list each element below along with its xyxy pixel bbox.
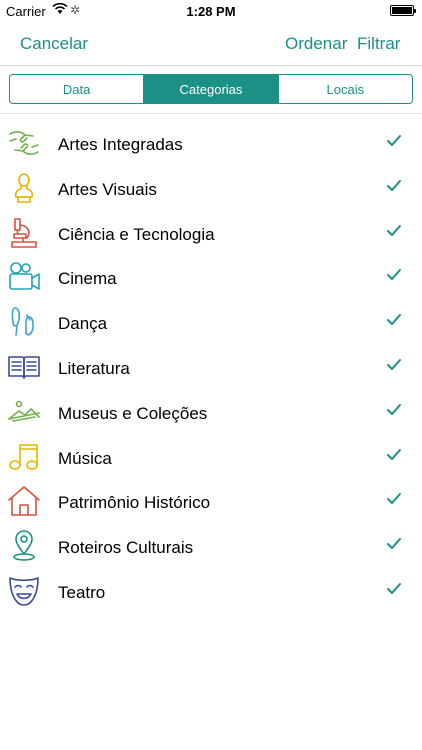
category-label: Música [58,448,112,468]
checkmark-icon [387,403,401,415]
category-label: Dança [58,314,108,334]
checkmark-icon [387,269,401,281]
camera-icon [9,262,40,291]
status-bar: Carrier ✲ 1:28 PM [0,0,422,22]
category-row-danca[interactable]: Dança [0,300,422,345]
category-row-roteiros-culturais[interactable]: Roteiros Culturais [0,524,422,569]
category-row-artes-integradas[interactable]: Artes Integradas [0,121,422,166]
category-row-museus-e-colecoes[interactable]: Museus e Coleções [0,390,422,435]
checkmark-icon [387,358,401,370]
ballet-shoes-icon [11,307,34,336]
category-label: Ciência e Tecnologia [58,224,215,244]
landscape-icon [8,400,40,422]
house-icon [8,486,40,517]
category-list: Artes Integradas Artes Visuais Ciência e… [0,121,422,614]
checkmark-icon [387,538,401,550]
category-row-literatura[interactable]: Literatura [0,345,422,390]
checkmark-icon [387,135,401,146]
category-label: Roteiros Culturais [58,538,194,558]
category-row-ciencia-e-tecnologia[interactable]: Ciência e Tecnologia [0,211,422,256]
bust-icon [14,172,34,203]
theater-mask-icon [9,577,39,606]
checkmark-icon [387,448,401,460]
microscope-icon [11,217,37,248]
checkmark-icon [387,582,401,594]
order-button[interactable]: Ordenar [285,34,347,54]
segment-locais[interactable]: Locais [277,75,412,103]
cancel-button[interactable]: Cancelar [20,34,88,54]
hands-icon [9,131,39,155]
filter-button[interactable]: Filtrar [357,34,400,54]
checkmark-icon [387,224,401,236]
category-label: Literatura [58,358,130,378]
segmented-control: Data Categorias Locais [9,74,413,104]
category-label: Teatro [58,582,106,602]
segment-categorias[interactable]: Categorias [143,75,278,103]
category-label: Artes Integradas [58,135,183,154]
music-note-icon [9,443,38,470]
category-label: Cinema [58,269,117,289]
category-label: Artes Visuais [58,179,157,199]
checkmark-icon [387,493,401,505]
category-row-cinema[interactable]: Cinema [0,255,422,300]
book-icon [8,356,40,379]
status-time: 1:28 PM [186,4,236,19]
category-row-patrimonio-historico[interactable]: Patrimônio Histórico [0,479,422,524]
segment-data[interactable]: Data [10,75,143,103]
divider [0,113,422,114]
category-label: Patrimônio Histórico [58,493,211,513]
battery-icon [390,5,416,16]
checkmark-icon [387,179,401,191]
checkmark-icon [387,314,401,326]
navigation-bar: Cancelar Ordenar Filtrar [0,22,422,66]
category-label: Museus e Coleções [58,403,208,423]
category-row-artes-visuais[interactable]: Artes Visuais [0,166,422,211]
category-row-musica[interactable]: Música [0,435,422,480]
map-pin-icon [13,530,35,561]
category-row-teatro[interactable]: Teatro [0,569,422,614]
